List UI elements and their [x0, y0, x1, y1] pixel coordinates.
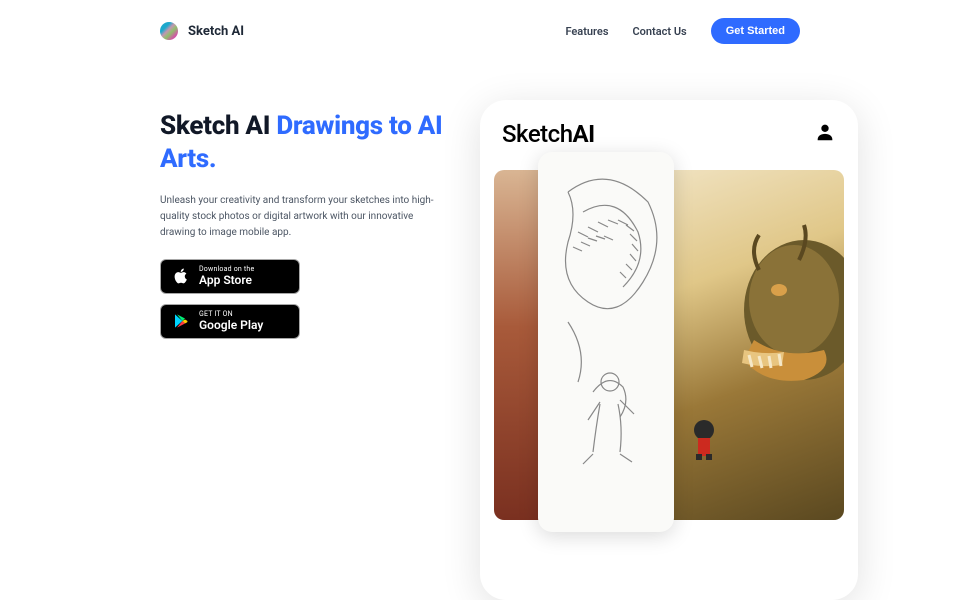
apple-icon — [171, 266, 191, 286]
site-header: Sketch AI Features Contact Us Get Starte… — [0, 0, 960, 62]
user-icon[interactable] — [814, 121, 836, 147]
sketch-drawing — [538, 152, 674, 532]
brand[interactable]: Sketch AI — [160, 22, 244, 40]
sketch-overlay — [538, 152, 674, 532]
hero-visual: SketchAI — [490, 110, 960, 339]
phone-app-title: SketchAI — [502, 120, 595, 148]
app-store-badge[interactable]: Download on the App Store — [160, 259, 300, 294]
get-started-button[interactable]: Get Started — [711, 18, 800, 44]
brand-name: Sketch AI — [188, 24, 244, 39]
nav-link-contact[interactable]: Contact Us — [632, 25, 686, 38]
phone-mockup: SketchAI — [480, 100, 858, 600]
headline-plain: Sketch AI — [160, 111, 276, 141]
phone-gallery — [494, 170, 844, 520]
hero-copy: Sketch AI Drawings to AI Arts. Unleash y… — [160, 110, 460, 339]
phone-header: SketchAI — [480, 100, 858, 160]
store-badges: Download on the App Store GET IT ON Goog… — [160, 259, 460, 339]
main-nav: Features Contact Us Get Started — [565, 18, 800, 44]
google-play-icon — [171, 311, 191, 331]
hero-section: Sketch AI Drawings to AI Arts. Unleash y… — [0, 62, 960, 339]
hero-headline: Sketch AI Drawings to AI Arts. — [160, 110, 460, 175]
google-play-badge[interactable]: GET IT ON Google Play — [160, 304, 300, 339]
gallery-art-right — [660, 170, 844, 520]
hero-description: Unleash your creativity and transform yo… — [160, 193, 450, 241]
appstore-name: App Store — [199, 274, 254, 287]
play-name: Google Play — [199, 319, 263, 332]
logo-icon — [160, 22, 178, 40]
dragon-illustration — [664, 200, 844, 460]
nav-link-features[interactable]: Features — [565, 25, 608, 38]
